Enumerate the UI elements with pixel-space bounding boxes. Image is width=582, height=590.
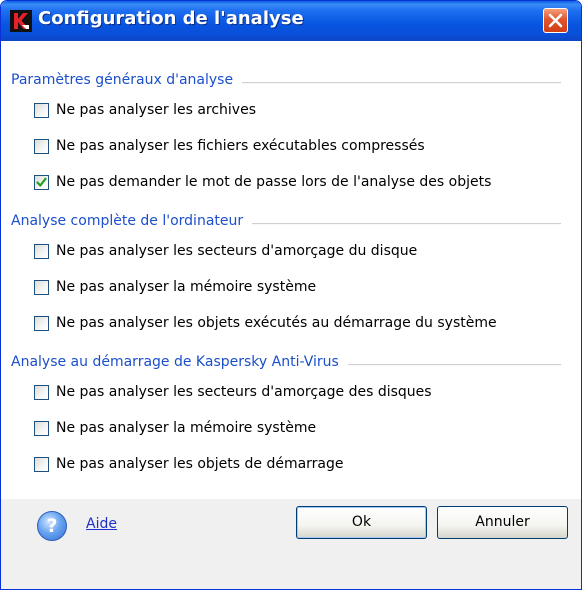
section-title: Analyse au démarrage de Kaspersky Anti-V…	[11, 354, 344, 370]
checkbox[interactable]	[34, 421, 49, 436]
checkbox-checked[interactable]	[34, 175, 49, 190]
checkbox[interactable]	[34, 316, 49, 331]
close-button[interactable]	[543, 8, 568, 33]
section-divider	[347, 364, 561, 366]
window-title: Configuration de l'analyse	[38, 8, 304, 29]
checkbox[interactable]	[34, 385, 49, 400]
option-label: Ne pas analyser les objets de démarrage	[56, 456, 344, 472]
ok-button[interactable]: Ok	[296, 506, 427, 539]
checkbox[interactable]	[34, 103, 49, 118]
dialog-body: Paramètres généraux d'analyse Ne pas ana…	[1, 41, 581, 499]
section-startup-scan: Analyse au démarrage de Kaspersky Anti-V…	[11, 354, 561, 372]
checkbox[interactable]	[34, 139, 49, 154]
help-link[interactable]: Aide	[86, 516, 117, 532]
checkbox[interactable]	[34, 280, 49, 295]
help-icon-glyph: ?	[46, 515, 58, 537]
help-icon[interactable]: ?	[37, 511, 67, 541]
checkbox[interactable]	[34, 244, 49, 259]
dialog-window: Configuration de l'analyse Paramètres gé…	[0, 0, 582, 590]
option-label: Ne pas analyser les secteurs d'amorçage …	[56, 243, 418, 259]
option-label: Ne pas demander le mot de passe lors de …	[56, 174, 492, 190]
close-icon	[548, 13, 563, 28]
option-label: Ne pas analyser les objets exécutés au d…	[56, 315, 497, 331]
option-label: Ne pas analyser les secteurs d'amorçage …	[56, 384, 432, 400]
section-divider	[252, 223, 561, 225]
checkbox[interactable]	[34, 457, 49, 472]
section-full-scan: Analyse complète de l'ordinateur	[11, 213, 561, 231]
section-title: Analyse complète de l'ordinateur	[11, 213, 249, 229]
checkmark-icon	[36, 177, 47, 187]
option-label: Ne pas analyser la mémoire système	[56, 279, 317, 295]
option-label: Ne pas analyser la mémoire système	[56, 420, 317, 436]
section-title: Paramètres généraux d'analyse	[11, 72, 239, 88]
option-label: Ne pas analyser les fichiers exécutables…	[56, 138, 425, 154]
section-divider	[242, 82, 561, 84]
cancel-button[interactable]: Annuler	[437, 506, 568, 539]
kaspersky-k-icon	[10, 10, 32, 32]
title-bar[interactable]: Configuration de l'analyse	[1, 1, 581, 41]
section-general: Paramètres généraux d'analyse	[11, 72, 561, 90]
option-label: Ne pas analyser les archives	[56, 102, 256, 118]
